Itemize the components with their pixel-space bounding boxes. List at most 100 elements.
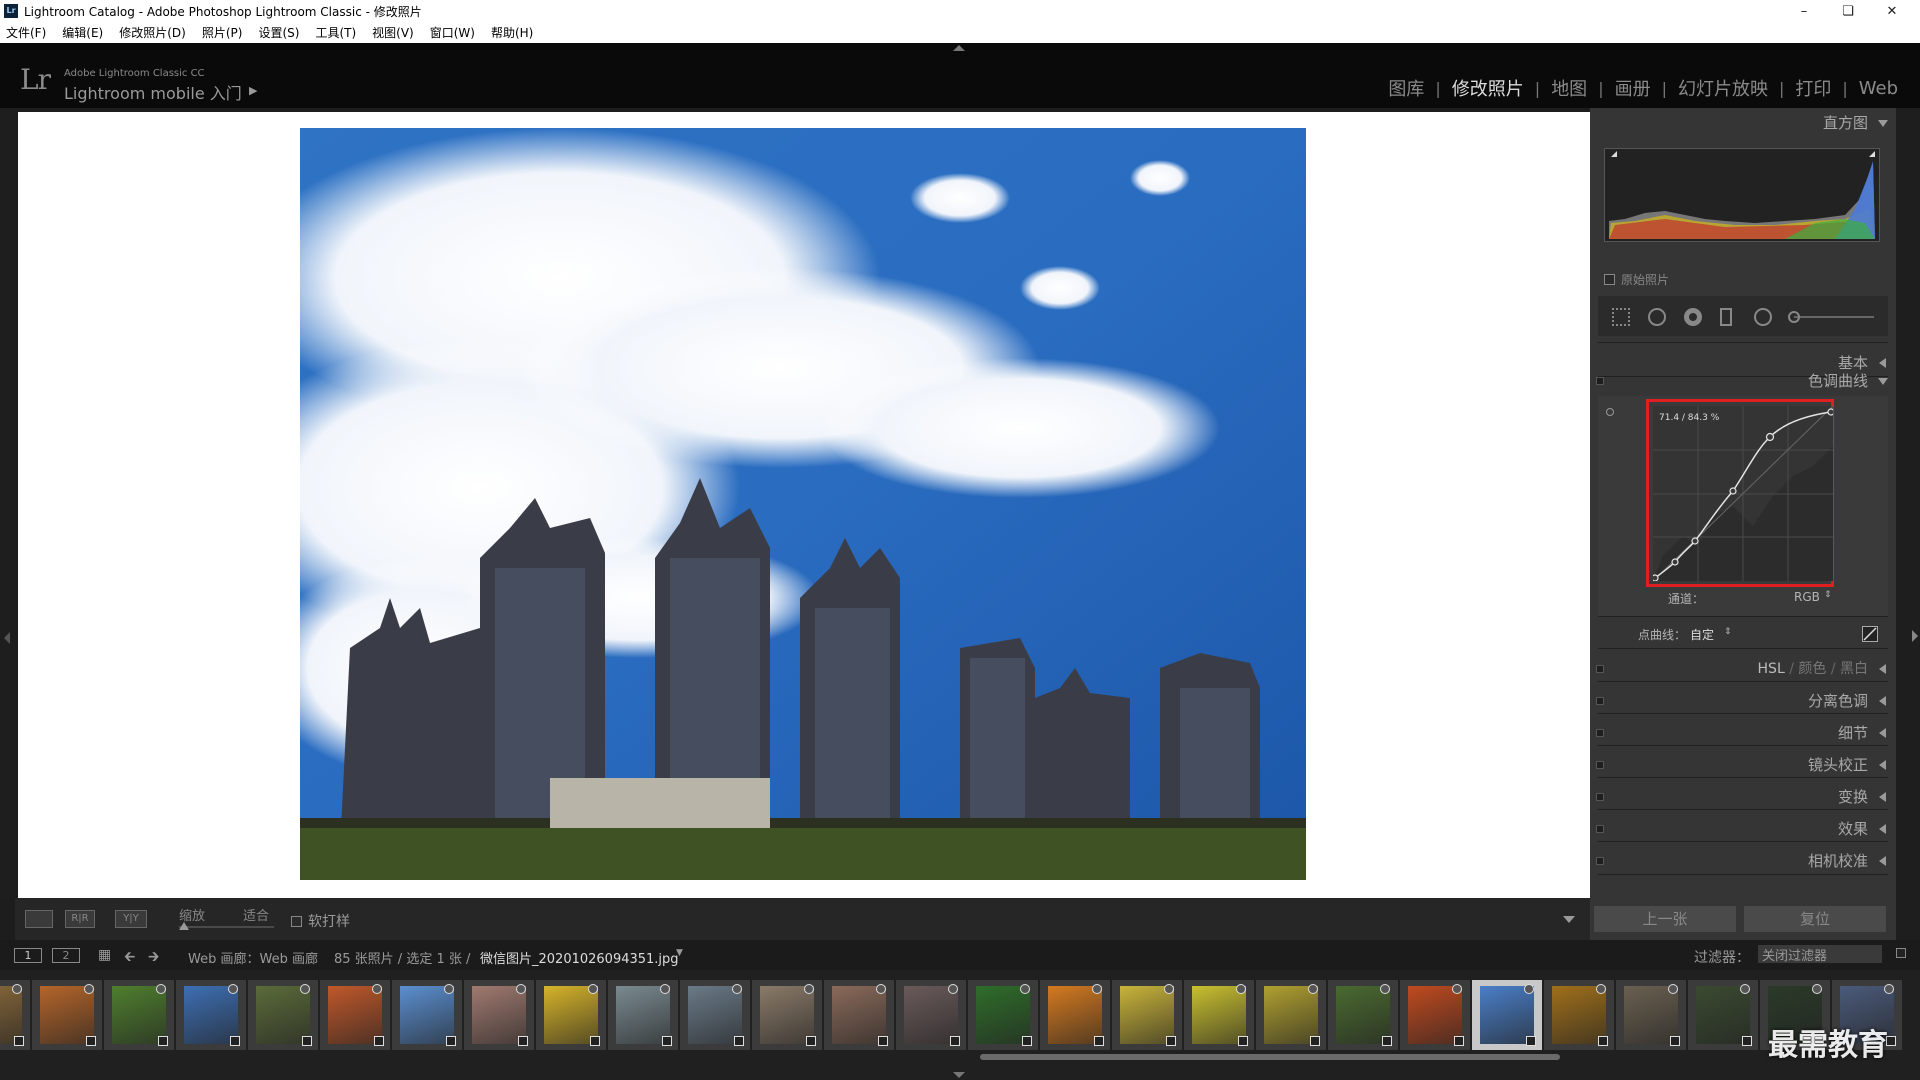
filmstrip-thumbnail[interactable]: [32, 980, 102, 1050]
toolbar-menu-icon[interactable]: [1563, 916, 1575, 923]
crop-tool-icon[interactable]: [1612, 308, 1630, 326]
module-book[interactable]: 画册: [1607, 75, 1659, 101]
panel-switch-icon[interactable]: [1596, 697, 1604, 705]
transform-header[interactable]: 变换: [1590, 782, 1896, 812]
original-photo-toggle[interactable]: 原始照片: [1604, 271, 1669, 288]
red-eye-icon[interactable]: [1684, 308, 1702, 326]
spot-removal-icon[interactable]: [1648, 308, 1666, 326]
lens-corrections-header[interactable]: 镜头校正: [1590, 750, 1896, 780]
filename-dropdown-icon[interactable]: ▼: [676, 948, 683, 958]
filmstrip-thumbnail[interactable]: [0, 980, 30, 1050]
filmstrip-thumbnail[interactable]: [536, 980, 606, 1050]
module-print[interactable]: 打印: [1787, 75, 1839, 101]
filmstrip-thumbnail[interactable]: [824, 980, 894, 1050]
play-arrow-icon[interactable]: ▶: [249, 84, 257, 97]
filmstrip-thumbnail[interactable]: [608, 980, 678, 1050]
filmstrip-thumbnail[interactable]: [1544, 980, 1614, 1050]
menu-file[interactable]: 文件(F): [6, 24, 46, 41]
bw-tab[interactable]: 黑白: [1840, 661, 1868, 677]
module-map[interactable]: 地图: [1543, 75, 1595, 101]
filmstrip-scrollbar[interactable]: [980, 1054, 1560, 1060]
tone-curve-header[interactable]: 色调曲线: [1590, 366, 1896, 396]
menu-view[interactable]: 视图(V): [372, 24, 414, 41]
back-arrow-icon[interactable]: 🡰: [124, 946, 135, 970]
filmstrip-thumbnail[interactable]: [1616, 980, 1686, 1050]
filmstrip-thumbnail[interactable]: [176, 980, 246, 1050]
panel-switch-icon[interactable]: [1596, 761, 1604, 769]
detail-header[interactable]: 细节: [1590, 718, 1896, 748]
hsl-header[interactable]: HSL / 颜色 / 黑白: [1590, 654, 1896, 684]
graduated-filter-icon[interactable]: [1720, 308, 1732, 326]
left-panel-toggle-icon[interactable]: [4, 632, 10, 644]
filmstrip-thumbnail[interactable]: [1184, 980, 1254, 1050]
tone-curve-graph[interactable]: 71.4 / 84.3 %: [1653, 406, 1833, 581]
top-panel-toggle-icon[interactable]: [953, 45, 965, 51]
source-label[interactable]: Web 画廊：Web 画廊: [188, 948, 318, 967]
filmstrip-thumbnail[interactable]: [104, 980, 174, 1050]
filmstrip-thumbnail[interactable]: [392, 980, 462, 1050]
module-library[interactable]: 图库: [1380, 75, 1432, 101]
filmstrip-thumbnail[interactable]: [320, 980, 390, 1050]
filmstrip-thumbnail[interactable]: [968, 980, 1038, 1050]
minimize-icon[interactable]: –: [1782, 0, 1826, 22]
module-slideshow[interactable]: 幻灯片放映: [1670, 75, 1776, 101]
module-develop[interactable]: 修改照片: [1444, 75, 1532, 101]
panel-switch-icon[interactable]: [1596, 857, 1604, 865]
mobile-getting-started[interactable]: Lightroom mobile 入门: [64, 80, 242, 104]
filmstrip-thumbnail[interactable]: [752, 980, 822, 1050]
camera-calibration-header[interactable]: 相机校准: [1590, 846, 1896, 876]
channel-select[interactable]: RGB: [1794, 590, 1820, 604]
radial-filter-icon[interactable]: [1754, 308, 1772, 326]
panel-switch-icon[interactable]: [1596, 825, 1604, 833]
menu-tools[interactable]: 工具(T): [315, 24, 356, 41]
restore-icon[interactable]: ❏: [1826, 0, 1870, 22]
panel-switch-icon[interactable]: [1596, 377, 1604, 385]
point-curve-edit-icon[interactable]: [1862, 626, 1878, 642]
bottom-panel-toggle-icon[interactable]: [953, 1072, 965, 1078]
filmstrip-thumbnail[interactable]: [1472, 980, 1542, 1050]
original-photo-checkbox[interactable]: [1604, 274, 1615, 285]
grid-view-icon[interactable]: ▦: [98, 947, 111, 963]
menu-photo[interactable]: 照片(P): [202, 24, 243, 41]
previous-button[interactable]: 上一张: [1594, 906, 1736, 932]
filmstrip-thumbnail[interactable]: [1688, 980, 1758, 1050]
filmstrip-thumbnail[interactable]: [1400, 980, 1470, 1050]
filmstrip-thumbnail[interactable]: [680, 980, 750, 1050]
target-adjust-icon[interactable]: [1606, 408, 1614, 416]
reset-button[interactable]: 复位: [1744, 906, 1886, 932]
panel-switch-icon[interactable]: [1596, 793, 1604, 801]
forward-arrow-icon[interactable]: 🡲: [148, 946, 159, 970]
close-icon[interactable]: ✕: [1870, 0, 1914, 22]
filmstrip-thumbnail[interactable]: [464, 980, 534, 1050]
histogram-header[interactable]: 直方图: [1590, 108, 1896, 138]
panel-switch-icon[interactable]: [1596, 729, 1604, 737]
zoom-slider-track[interactable]: [179, 926, 274, 928]
panel-switch-icon[interactable]: [1596, 665, 1604, 673]
filmstrip-thumbnail[interactable]: [896, 980, 966, 1050]
split-toning-header[interactable]: 分离色调: [1590, 686, 1896, 716]
filmstrip-thumbnail[interactable]: [248, 980, 318, 1050]
point-curve-stepper-icon[interactable]: ⇕: [1724, 627, 1732, 637]
color-tab[interactable]: 颜色: [1798, 661, 1826, 677]
channel-stepper-icon[interactable]: ⇕: [1824, 590, 1832, 600]
histogram[interactable]: [1604, 148, 1880, 242]
secondary-window-button[interactable]: 2: [52, 948, 80, 963]
point-curve-select[interactable]: 自定: [1690, 626, 1714, 643]
primary-window-button[interactable]: 1: [14, 948, 42, 963]
filter-lock-icon[interactable]: [1896, 948, 1906, 958]
right-panel-toggle-icon[interactable]: [1912, 630, 1918, 642]
filmstrip-thumbnail[interactable]: [1256, 980, 1326, 1050]
menu-develop[interactable]: 修改照片(D): [119, 24, 186, 41]
filmstrip-thumbnail[interactable]: [1040, 980, 1110, 1050]
module-web[interactable]: Web: [1851, 78, 1906, 99]
filmstrip-thumbnail[interactable]: [1328, 980, 1398, 1050]
before-after-button[interactable]: R|R: [65, 910, 95, 928]
main-photo[interactable]: [300, 128, 1306, 880]
adjustment-brush-icon[interactable]: [1788, 311, 1800, 323]
menu-window[interactable]: 窗口(W): [430, 24, 475, 41]
hsl-tab[interactable]: HSL: [1758, 661, 1785, 677]
soft-proof-toggle[interactable]: 软打样: [291, 911, 350, 931]
zoom-slider-knob[interactable]: [179, 922, 189, 930]
menu-help[interactable]: 帮助(H): [491, 24, 533, 41]
loupe-view-button[interactable]: [25, 910, 53, 928]
